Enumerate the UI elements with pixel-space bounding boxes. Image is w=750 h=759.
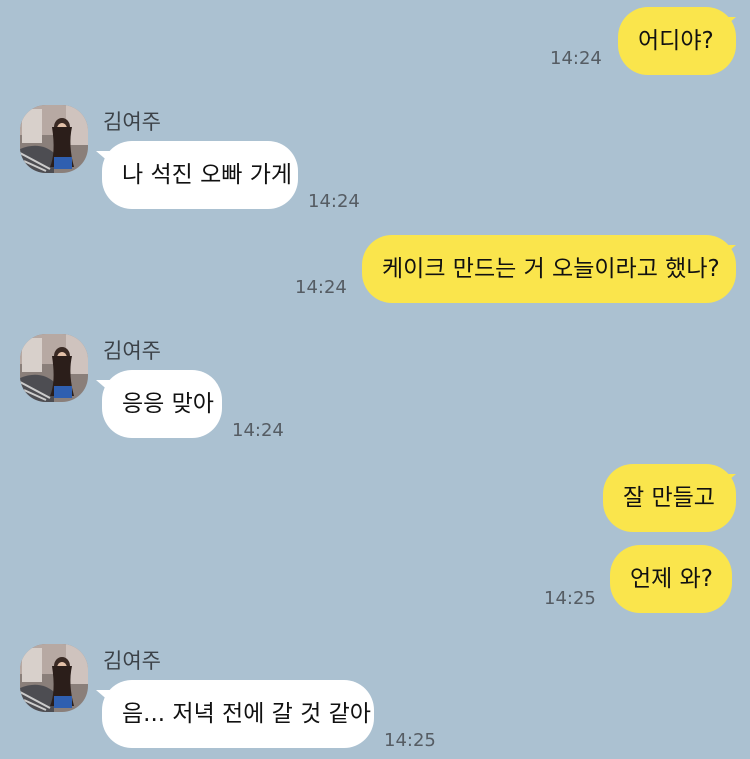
outgoing-message-bubble[interactable]: 잘 만들고 [603, 464, 736, 532]
profile-photo-icon [20, 644, 88, 712]
profile-photo-icon [20, 334, 88, 402]
incoming-message-bubble[interactable]: 나 석진 오빠 가게 [102, 141, 298, 209]
bubble-tail [96, 690, 110, 702]
bubble-tail [722, 17, 736, 29]
sender-name: 김여주 [103, 339, 161, 363]
outgoing-message-bubble[interactable]: 어디야? [618, 7, 736, 75]
message-timestamp: 14:25 [384, 730, 436, 751]
bubble-tail [96, 151, 110, 163]
contact-avatar[interactable] [20, 105, 88, 173]
message-timestamp: 14:24 [550, 48, 602, 69]
message-timestamp: 14:24 [308, 191, 360, 212]
outgoing-message-bubble[interactable]: 언제 와? [610, 545, 732, 613]
profile-photo-icon [20, 105, 88, 173]
incoming-message-bubble[interactable]: 음... 저녁 전에 갈 것 같아 [102, 680, 374, 748]
incoming-message-bubble[interactable]: 응응 맞아 [102, 370, 222, 438]
message-timestamp: 14:24 [295, 277, 347, 298]
outgoing-message-bubble[interactable]: 케이크 만드는 거 오늘이라고 했나? [362, 235, 736, 303]
contact-avatar[interactable] [20, 334, 88, 402]
contact-avatar[interactable] [20, 644, 88, 712]
bubble-tail [722, 474, 736, 486]
message-timestamp: 14:24 [232, 420, 284, 441]
sender-name: 김여주 [103, 649, 161, 673]
message-timestamp: 14:25 [544, 588, 596, 609]
bubble-tail [96, 380, 110, 392]
bubble-tail [722, 245, 736, 257]
sender-name: 김여주 [103, 110, 161, 134]
chat-room: 14:24 어디야? 김여주 나 석진 오빠 가게 14:24 14:24 케이… [0, 0, 750, 759]
